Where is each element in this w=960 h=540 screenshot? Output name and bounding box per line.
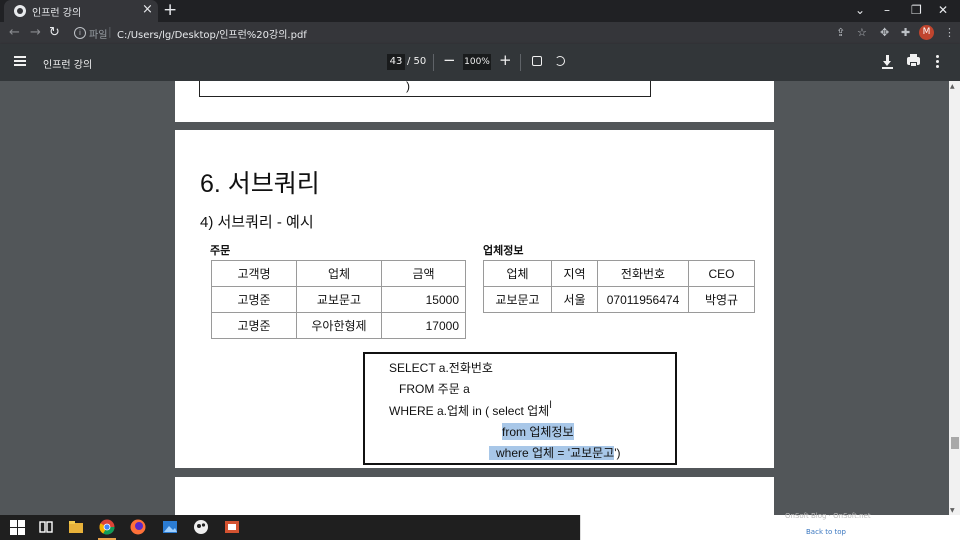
share-icon[interactable]: ⇪ [836,26,845,39]
blog-footer-overlay: OnSoft Blog · OnSoft.net Back to top [580,512,960,540]
table-cell: 고명준 [211,286,297,313]
table-row: 교보문고 서울 07011956474 박영규 [483,286,755,313]
sql-line: FROM 주문 a [399,382,470,396]
sql-selected-text: where 업체 = '교보문고 [489,446,615,460]
more-options-icon[interactable] [936,55,939,69]
table-header: 금액 [381,260,466,287]
presentation-icon[interactable] [224,519,240,535]
firefox-icon[interactable] [130,519,146,535]
pdf-page-next [175,477,774,515]
zoom-in-button[interactable]: + [499,51,512,69]
slide-heading: 6. 서브쿼리 [200,170,320,198]
pdf-page-current: 6. 서브쿼리 4) 서브쿼리 - 예시 주문 고객명 업체 금액 고명준 교보… [175,130,774,468]
info-icon[interactable]: i [74,27,86,39]
table-header: CEO [688,260,755,287]
hamburger-icon[interactable] [14,56,26,66]
scroll-up-icon[interactable]: ▲ [950,83,955,90]
extensions-icon[interactable]: ✚ [901,26,910,39]
table-cell: 우아한형제 [296,312,382,339]
bookmark-star-icon[interactable]: ☆ [857,26,867,39]
browser-tab[interactable]: 인프런 강의 × [4,0,158,22]
table-cell: 07011956474 [597,286,689,313]
download-icon-base [882,67,893,69]
move-icon[interactable]: ✥ [880,26,889,39]
zoom-out-button[interactable]: − [443,51,456,69]
reload-icon[interactable]: ↻ [49,25,60,40]
fit-page-icon[interactable] [532,56,542,66]
zoom-input[interactable]: 100% [463,54,491,70]
table-header: 전화번호 [597,260,689,287]
table-cell: 교보문고 [296,286,382,313]
minimize-icon[interactable]: – [884,3,890,17]
game-icon[interactable] [193,519,209,535]
tab-search-icon[interactable]: ⌄ [855,3,865,17]
table-header-row: 고객명 업체 금액 [211,260,466,287]
tab-strip: 인프런 강의 × + ⌄ – ❐ ✕ [0,0,960,22]
sql-line-5: where 업체 = '교보문고') [489,444,621,461]
pdf-toolbar: 인프런 강의 43 / 50 − 100% + [0,44,960,81]
table-cell: 교보문고 [483,286,552,313]
orders-table-caption: 주문 [210,245,231,257]
table-cell: 15000 [381,286,466,313]
table-row: 고명준 교보문고 15000 [211,286,466,313]
vendor-table: 업체 지역 전화번호 CEO 교보문고 서울 07011956474 박영규 [483,260,755,313]
table-cell: 17000 [381,312,466,339]
vertical-scrollbar[interactable] [949,81,960,515]
previous-code-box: ) [199,81,651,97]
slide-subheading: 4) 서브쿼리 - 예시 [200,214,314,231]
sql-line: WHERE a.업체 in ( select 업체 [389,404,550,418]
windows-start-icon[interactable] [10,519,26,535]
menu-icon[interactable]: ⋮ [944,26,955,39]
file-explorer-icon[interactable] [68,519,84,535]
sql-line-selected: from 업체정보 [502,423,574,440]
table-header-row: 업체 지역 전화번호 CEO [483,260,755,287]
address-bar: ← → ↻ i 파일 | C:/Users/lg/Desktop/인프런%20강… [0,22,960,44]
new-tab-button[interactable]: + [163,0,177,20]
overlay-divider [580,515,581,540]
url-input[interactable]: C:/Users/lg/Desktop/인프런%20강의.pdf [117,26,307,41]
text-cursor-icon: I [549,399,553,411]
closing-paren: ) [406,81,410,93]
task-view-icon[interactable] [38,519,54,535]
table-header: 고객명 [211,260,297,287]
table-cell: 박영규 [688,286,755,313]
back-icon[interactable]: ← [9,25,20,40]
table-cell: 고명준 [211,312,297,339]
print-icon[interactable] [907,54,920,67]
vendor-table-caption: 업체정보 [483,245,524,257]
url-scheme: 파일 [89,30,108,41]
page-total: / 50 [407,56,427,67]
chrome-icon[interactable] [99,519,115,535]
tab-title: 인프런 강의 [32,8,82,19]
close-tab-icon[interactable]: × [142,2,153,17]
pdf-viewer[interactable]: ) 6. 서브쿼리 4) 서브쿼리 - 예시 주문 고객명 업체 금액 고명준 … [0,81,949,515]
table-row: 고명준 우아한형제 17000 [211,312,466,339]
table-cell: 서울 [551,286,598,313]
toolbar-divider [520,54,521,71]
page-number-input[interactable]: 43 [387,54,405,70]
table-header: 업체 [483,260,552,287]
table-header: 지역 [551,260,598,287]
orders-table: 고객명 업체 금액 고명준 교보문고 15000 고명준 우아한형제 17000 [211,260,466,339]
url-divider: | [108,25,112,38]
document-title: 인프런 강의 [43,60,93,71]
profile-avatar[interactable]: M [919,25,934,40]
globe-icon [14,5,26,17]
toolbar-divider [433,54,434,71]
scroll-down-icon[interactable]: ▼ [950,507,955,514]
restore-icon[interactable]: ❐ [911,3,922,17]
blog-credit-text: OnSoft Blog · OnSoft.net [785,512,871,520]
rotate-icon[interactable] [555,56,565,66]
close-window-icon[interactable]: ✕ [938,3,948,17]
sql-line: SELECT a.전화번호 [389,361,493,375]
forward-icon[interactable]: → [30,25,41,40]
scrollbar-thumb[interactable] [951,437,959,449]
sql-text: ') [614,446,621,460]
pdf-page-previous: ) [175,81,774,122]
photos-icon[interactable] [162,519,178,535]
windows-taskbar [0,515,580,540]
sql-code-box: SELECT a.전화번호 FROM 주문 a WHERE a.업체 in ( … [363,352,677,465]
back-to-top-link[interactable]: Back to top [806,528,846,536]
table-header: 업체 [296,260,382,287]
